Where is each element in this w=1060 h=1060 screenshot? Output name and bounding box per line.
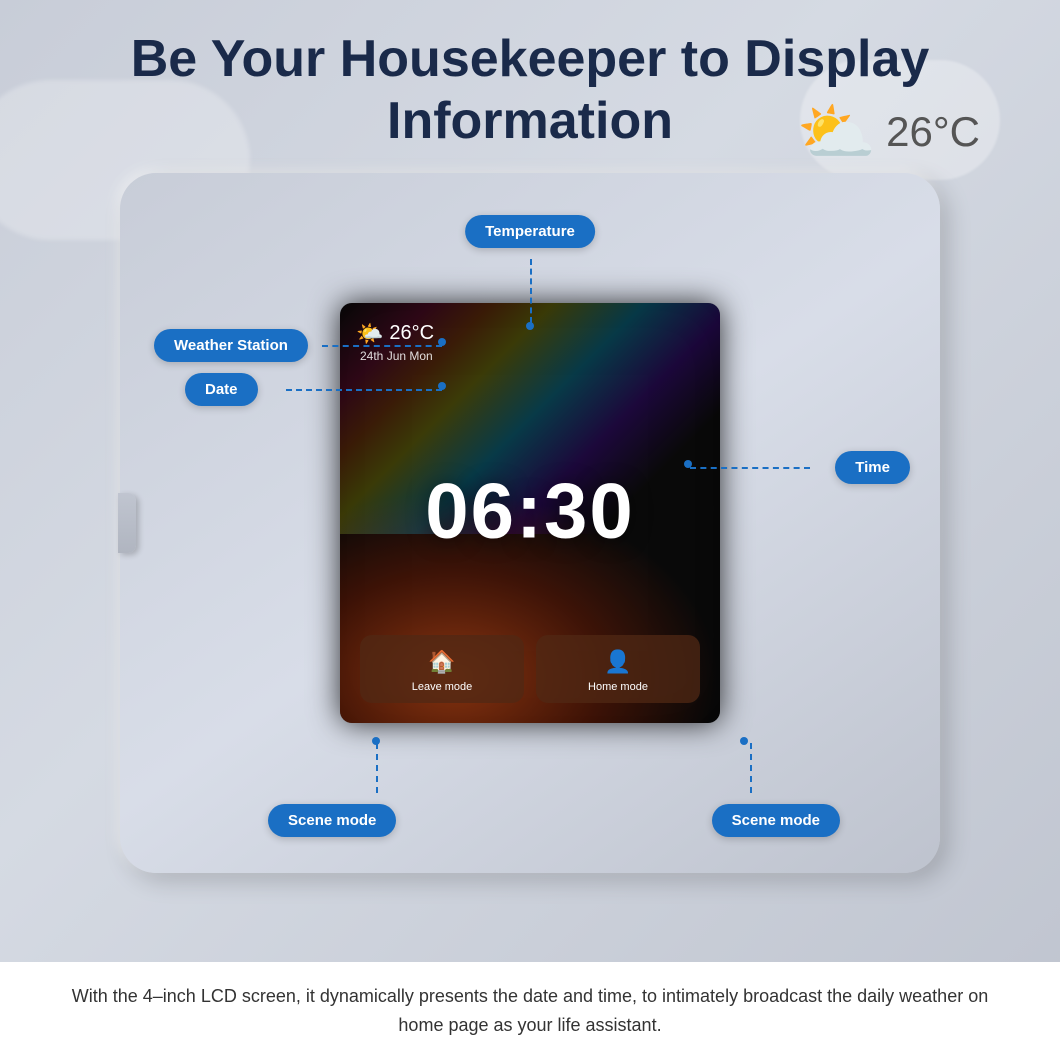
screen-weather: 🌤️ 26°C 24th Jun Mon [356, 321, 434, 363]
home-mode-button[interactable]: 👤 Home mode [536, 635, 700, 703]
temperature-connector [530, 259, 532, 323]
scene-mode-left-label: Scene mode [268, 804, 396, 837]
temperature-label: Temperature [465, 215, 595, 248]
title-line2: Information [387, 92, 673, 150]
date-label: Date [185, 373, 258, 406]
scene-mode-left-dot [372, 737, 380, 745]
leave-mode-button[interactable]: 🏠 Leave mode [360, 635, 524, 703]
temperature-dot [526, 322, 534, 330]
device-card: 🌤️ 26°C 24th Jun Mon 06:30 🏠 Leave mode … [120, 173, 940, 873]
screen-date: 24th Jun Mon [360, 349, 434, 363]
person-icon: 👤 [604, 649, 631, 675]
page-title: Be Your Housekeeper to Display Informati… [131, 0, 930, 153]
screen-weather-icon: 🌤️ [356, 321, 383, 347]
home-mode-label: Home mode [588, 681, 648, 693]
side-tab [118, 493, 136, 553]
screen-clock: 06:30 [425, 465, 635, 556]
title-line1: Be Your Housekeeper to Display [131, 30, 930, 88]
scene-mode-right-dot [740, 737, 748, 745]
weather-station-connector [322, 345, 442, 347]
device-screen: 🌤️ 26°C 24th Jun Mon 06:30 🏠 Leave mode … [340, 303, 720, 723]
scene-mode-right-connector [750, 743, 752, 793]
weather-station-label: Weather Station [154, 329, 308, 362]
home-icon: 🏠 [428, 649, 455, 675]
scene-mode-right-label: Scene mode [712, 804, 840, 837]
date-dot [438, 382, 446, 390]
screen-modes: 🏠 Leave mode 👤 Home mode [360, 635, 700, 703]
leave-mode-label: Leave mode [412, 681, 473, 693]
scene-mode-left-connector [376, 743, 378, 793]
time-label: Time [835, 451, 910, 484]
screen-temperature: 26°C [389, 322, 434, 345]
date-connector [286, 389, 442, 391]
weather-station-dot [438, 338, 446, 346]
time-connector [690, 467, 810, 469]
time-dot [684, 460, 692, 468]
